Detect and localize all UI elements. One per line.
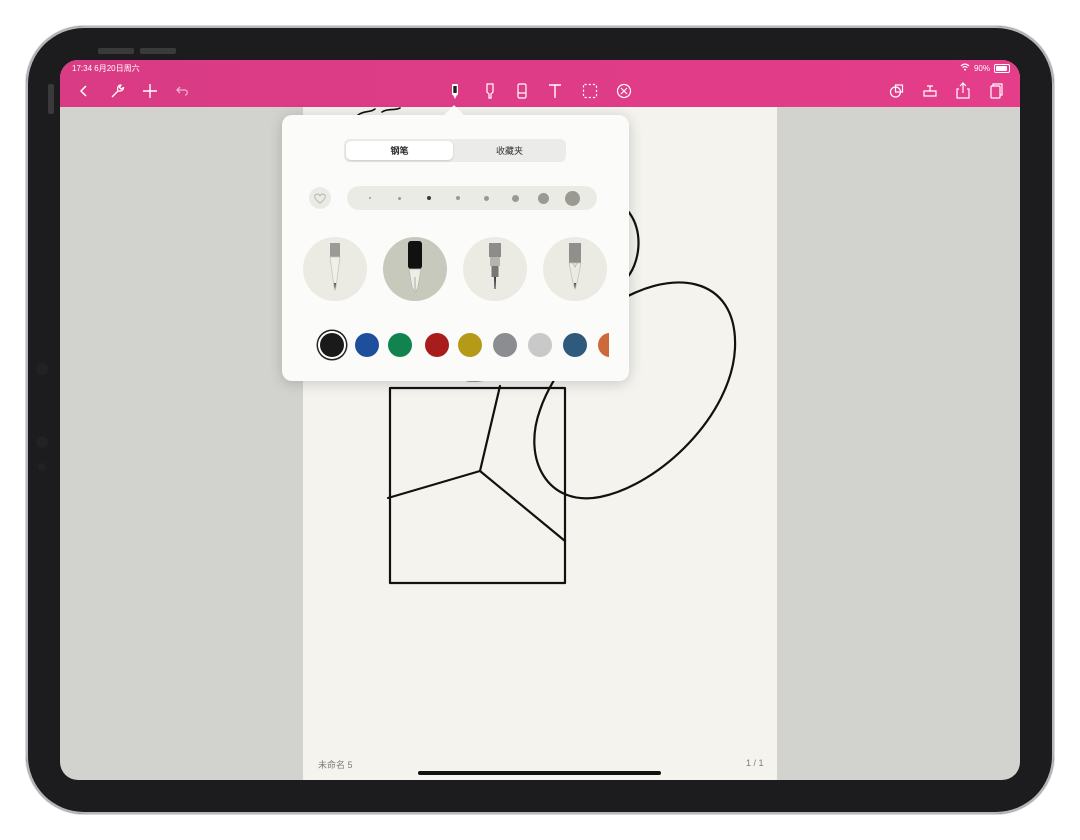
tab-favorites[interactable]: 收藏夹 <box>455 141 564 160</box>
home-indicator[interactable] <box>418 771 661 775</box>
side-button <box>48 84 54 114</box>
highlighter-icon[interactable] <box>479 80 501 102</box>
color-swatch-red[interactable] <box>425 333 449 357</box>
color-swatch-green[interactable] <box>388 333 412 357</box>
document-name: 未命名 5 <box>318 760 353 770</box>
disable-touch-icon[interactable] <box>613 80 635 102</box>
wifi-icon <box>960 63 970 73</box>
heart-icon[interactable] <box>309 187 331 209</box>
size-option[interactable] <box>455 196 460 200</box>
sensor-dot <box>36 436 48 448</box>
size-option-selected[interactable] <box>426 196 431 200</box>
undo-icon[interactable] <box>172 80 194 102</box>
camera-dot <box>36 363 48 375</box>
top-button <box>140 48 176 54</box>
battery-percent: 90% <box>973 63 990 73</box>
size-option[interactable] <box>369 197 371 199</box>
stroke-size-slider[interactable] <box>347 186 597 210</box>
eraser-icon[interactable] <box>511 80 533 102</box>
wrench-icon[interactable] <box>106 80 128 102</box>
pencil-pen-icon[interactable] <box>303 237 367 301</box>
color-swatch-black[interactable] <box>320 333 344 357</box>
shapes-icon[interactable] <box>886 80 908 102</box>
color-palette <box>302 320 609 370</box>
drawn-scribble <box>357 107 401 116</box>
size-option[interactable] <box>397 196 401 200</box>
pen-tool-icon[interactable] <box>444 80 466 102</box>
top-button <box>98 48 134 54</box>
size-option[interactable] <box>483 195 489 201</box>
lasso-select-icon[interactable] <box>579 80 601 102</box>
drawn-line <box>386 469 567 543</box>
toolbar: 17:34 6月20日周六 90% <box>60 60 1020 107</box>
fountain-pen-icon[interactable] <box>383 237 447 301</box>
brush-pen-icon[interactable] <box>543 237 607 301</box>
status-right: 90% <box>960 63 1010 73</box>
pen-settings-popover: 钢笔 收藏夹 <box>282 105 629 381</box>
back-chevron-icon[interactable] <box>73 80 95 102</box>
battery-icon <box>994 63 1010 73</box>
stamp-icon[interactable] <box>919 80 941 102</box>
color-swatch-orange[interactable] <box>598 333 609 357</box>
share-icon[interactable] <box>952 80 974 102</box>
color-swatch-olive[interactable] <box>458 333 482 357</box>
size-option[interactable] <box>565 190 580 206</box>
status-time-date: 17:34 6月20日周六 <box>72 64 140 73</box>
sensor-dot <box>38 463 46 471</box>
page-indicator: 1 / 1 <box>746 758 764 768</box>
size-option[interactable] <box>511 194 519 202</box>
pages-icon[interactable] <box>985 80 1007 102</box>
drawn-line <box>478 384 502 473</box>
color-swatch-gray[interactable] <box>493 333 517 357</box>
size-option[interactable] <box>538 192 549 204</box>
color-swatch-slate-blue[interactable] <box>563 333 587 357</box>
tab-pens[interactable]: 钢笔 <box>346 141 453 160</box>
color-swatch-blue[interactable] <box>355 333 379 357</box>
pen-tab-control: 钢笔 收藏夹 <box>344 139 566 162</box>
plus-icon[interactable] <box>139 80 161 102</box>
text-tool-icon[interactable] <box>544 80 566 102</box>
screen: 未命名 5 1 / 1 17:34 6月20日周六 90% 钢笔 收藏夹 <box>60 60 1020 780</box>
technical-pen-icon[interactable] <box>463 237 527 301</box>
color-swatch-light-gray[interactable] <box>528 333 552 357</box>
